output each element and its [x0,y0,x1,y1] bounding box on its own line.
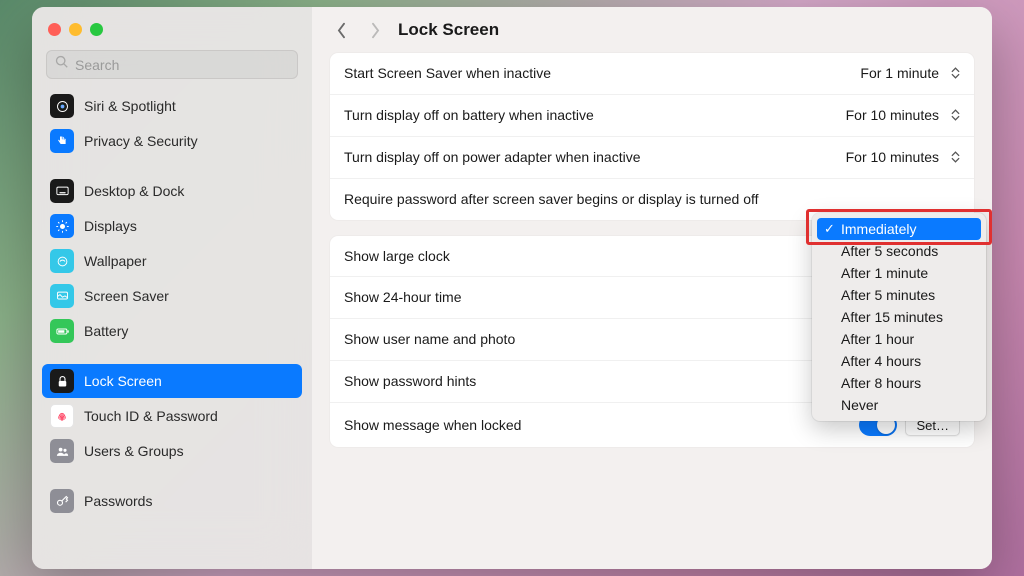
sidebar-item-label: Battery [84,323,128,339]
setting-label: Require password after screen saver begi… [344,190,759,209]
page-title: Lock Screen [398,20,499,40]
hand-icon [50,129,74,153]
setting-label: Show password hints [344,372,476,391]
key-icon [50,489,74,513]
sidebar-item-label: Wallpaper [84,253,147,269]
sidebar-item-siri-spotlight[interactable]: Siri & Spotlight [42,89,302,123]
sidebar-divider [42,159,302,173]
dropdown-item[interactable]: After 4 hours [817,350,981,372]
sidebar-item-screen-saver[interactable]: Screen Saver [42,279,302,313]
content-area: Start Screen Saver when inactive For 1 m… [312,53,992,569]
sidebar-item-battery[interactable]: Battery [42,314,302,348]
popup-value: For 10 minutes [846,107,939,123]
setting-row-display-off-adapter: Turn display off on power adapter when i… [330,137,974,179]
settings-group-timing: Start Screen Saver when inactive For 1 m… [330,53,974,220]
setting-label: Show message when locked [344,416,521,435]
chevron-up-down-icon [951,151,960,163]
setting-label: Show large clock [344,247,450,266]
sidebar-item-label: Displays [84,218,137,234]
dropdown-item[interactable]: After 8 hours [817,372,981,394]
sidebar: Siri & Spotlight Privacy & Security Desk… [32,7,312,569]
sidebar-item-touch-id[interactable]: Touch ID & Password [42,399,302,433]
dropdown-item[interactable]: After 5 seconds [817,240,981,262]
setting-label: Turn display off on power adapter when i… [344,148,641,167]
sidebar-item-label: Touch ID & Password [84,408,218,424]
dropdown-item[interactable]: Immediately [817,218,981,240]
back-button[interactable] [330,19,352,41]
popup-button[interactable]: For 10 minutes [846,107,960,123]
wallpaper-icon [50,249,74,273]
sidebar-divider [42,349,302,363]
setting-row-screensaver-start: Start Screen Saver when inactive For 1 m… [330,53,974,95]
fullscreen-window-button[interactable] [90,23,103,36]
dropdown-item[interactable]: After 5 minutes [817,284,981,306]
minimize-window-button[interactable] [69,23,82,36]
sidebar-item-label: Siri & Spotlight [84,98,176,114]
sidebar-item-passwords[interactable]: Passwords [42,484,302,518]
search-icon [55,55,75,74]
sidebar-divider [42,469,302,483]
sidebar-item-label: Privacy & Security [84,133,198,149]
main-panel: Lock Screen Start Screen Saver when inac… [312,7,992,569]
forward-button[interactable] [364,19,386,41]
popup-value: For 1 minute [860,65,939,81]
sidebar-item-desktop-dock[interactable]: Desktop & Dock [42,174,302,208]
setting-row-display-off-battery: Turn display off on battery when inactiv… [330,95,974,137]
sidebar-item-label: Lock Screen [84,373,162,389]
sidebar-item-label: Users & Groups [84,443,184,459]
setting-label: Start Screen Saver when inactive [344,64,551,83]
search-field[interactable] [46,50,298,79]
dropdown-item[interactable]: After 1 minute [817,262,981,284]
sidebar-item-lock-screen[interactable]: Lock Screen [42,364,302,398]
sidebar-item-label: Screen Saver [84,288,169,304]
system-settings-window: Siri & Spotlight Privacy & Security Desk… [32,7,992,569]
dropdown-item[interactable]: After 1 hour [817,328,981,350]
fingerprint-icon [50,404,74,428]
battery-icon [50,319,74,343]
brightness-icon [50,214,74,238]
popup-button[interactable]: For 10 minutes [846,149,960,165]
screensaver-icon [50,284,74,308]
sidebar-item-label: Passwords [84,493,152,509]
dropdown-item[interactable]: Never [817,394,981,416]
chevron-up-down-icon [951,67,960,79]
search-input[interactable] [75,57,289,73]
popup-button[interactable]: For 1 minute [860,65,960,81]
lock-icon [50,369,74,393]
close-window-button[interactable] [48,23,61,36]
sidebar-item-displays[interactable]: Displays [42,209,302,243]
sidebar-item-label: Desktop & Dock [84,183,184,199]
window-controls [42,19,302,50]
users-icon [50,439,74,463]
setting-label: Show 24-hour time [344,288,462,307]
require-password-dropdown[interactable]: Immediately After 5 seconds After 1 minu… [812,213,986,421]
sidebar-nav: Siri & Spotlight Privacy & Security Desk… [42,89,302,518]
sidebar-item-users-groups[interactable]: Users & Groups [42,434,302,468]
header: Lock Screen [312,7,992,53]
dropdown-item[interactable]: After 15 minutes [817,306,981,328]
siri-icon [50,94,74,118]
sidebar-item-wallpaper[interactable]: Wallpaper [42,244,302,278]
desktop-icon [50,179,74,203]
setting-label: Turn display off on battery when inactiv… [344,106,594,125]
popup-value: For 10 minutes [846,149,939,165]
sidebar-item-privacy-security[interactable]: Privacy & Security [42,124,302,158]
chevron-up-down-icon [951,109,960,121]
setting-label: Show user name and photo [344,330,515,349]
